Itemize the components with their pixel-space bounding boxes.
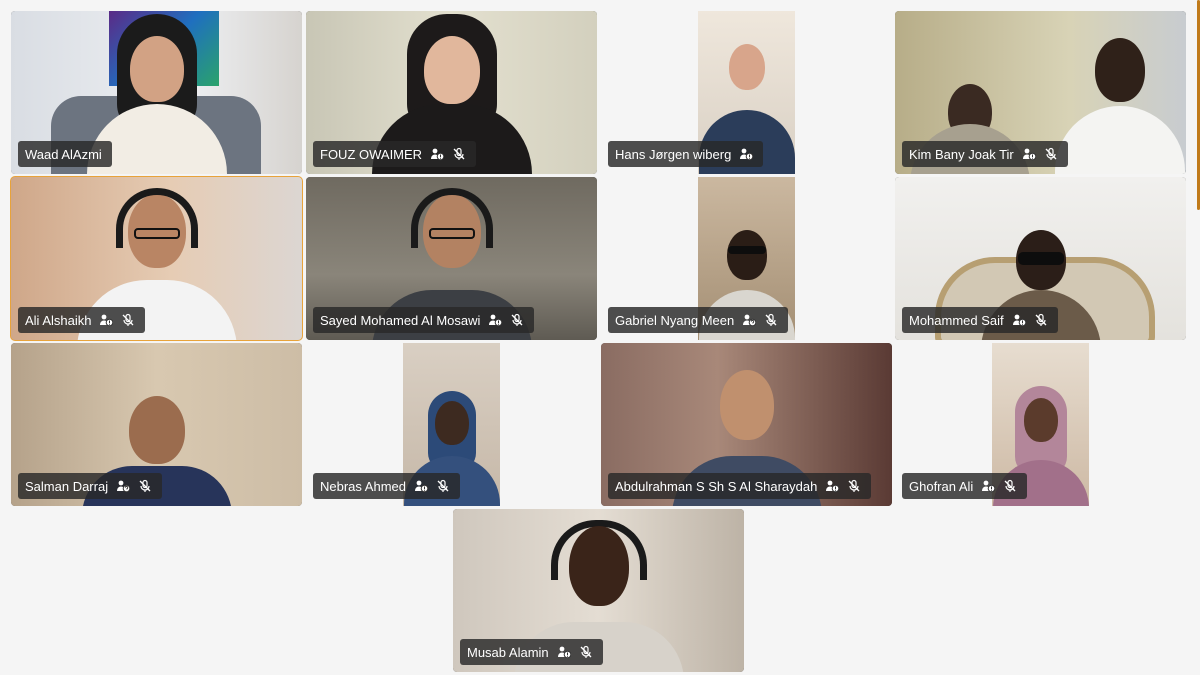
people-icon [99, 313, 114, 327]
people-icon [1022, 147, 1036, 161]
participant-name: FOUZ OWAIMER [320, 146, 423, 162]
participant-name: Abdulrahman S Sh S Al Sharaydah [615, 478, 818, 494]
participant-tile-musab-alamin[interactable]: Musab Alamin [453, 509, 744, 672]
people-icon [414, 479, 428, 493]
participant-tile-abdulrahman-al-sharaydah[interactable]: Abdulrahman S Sh S Al Sharaydah [601, 343, 892, 506]
participant-name: Waad AlAzmi [25, 146, 102, 162]
participant-name: Sayed Mohamed Al Mosawi [320, 312, 481, 328]
people-icon [739, 147, 754, 161]
name-tag: Kim Bany Joak Tir [902, 141, 1068, 167]
mic-off-icon[interactable] [847, 479, 861, 493]
name-tag: Hans Jørgen wiberg [608, 141, 764, 167]
name-tag: FOUZ OWAIMER [313, 141, 477, 167]
participant-name: Gabriel Nyang Meen [615, 312, 735, 328]
name-tag: Abdulrahman S Sh S Al Sharaydah [608, 473, 872, 499]
people-icon [825, 479, 840, 493]
mic-off-icon[interactable] [436, 479, 450, 493]
name-tag: Mohammed Saif [902, 307, 1058, 333]
people-icon [1012, 313, 1026, 327]
participant-tile-kim-bany-joak-tir[interactable]: Kim Bany Joak Tir [895, 11, 1186, 174]
mic-off-icon[interactable] [121, 313, 135, 327]
people-icon [430, 147, 445, 161]
mic-off-icon[interactable] [1044, 147, 1058, 161]
participant-name: Hans Jørgen wiberg [615, 146, 732, 162]
mic-off-icon[interactable] [764, 313, 778, 327]
people-question-icon [742, 313, 757, 327]
participant-tile-hans-jorgen-wiberg[interactable]: Hans Jørgen wiberg [601, 11, 892, 174]
participant-tile-salman-darraj[interactable]: Salman Darraj [11, 343, 302, 506]
participant-tile-mohammed-saif[interactable]: Mohammed Saif [895, 177, 1186, 340]
name-tag: Salman Darraj [18, 473, 163, 499]
participant-name: Ghofran Ali [909, 478, 974, 494]
mic-off-icon[interactable] [510, 313, 524, 327]
mic-off-icon[interactable] [579, 645, 593, 659]
people-question-icon [116, 479, 131, 493]
participant-name: Mohammed Saif [909, 312, 1004, 328]
people-icon [488, 313, 503, 327]
mic-off-icon[interactable] [138, 479, 152, 493]
video-grid: Waad AlAzmi FOUZ OWAIMER Hans Jørgen wib… [0, 0, 1200, 675]
name-tag: Ghofran Ali [902, 473, 1028, 499]
participant-tile-waad-alazmi[interactable]: Waad AlAzmi [11, 11, 302, 174]
name-tag: Musab Alamin [460, 639, 603, 665]
participant-name: Kim Bany Joak Tir [909, 146, 1014, 162]
mic-off-icon[interactable] [1034, 313, 1048, 327]
participant-name: Ali Alshaikh [25, 312, 92, 328]
name-tag: Nebras Ahmed [313, 473, 460, 499]
people-icon [557, 645, 571, 659]
name-tag: Sayed Mohamed Al Mosawi [313, 307, 535, 333]
participant-tile-nebras-ahmed[interactable]: Nebras Ahmed [306, 343, 597, 506]
participant-tile-gabriel-nyang-meen[interactable]: Gabriel Nyang Meen [601, 177, 892, 340]
mic-off-icon[interactable] [1003, 479, 1017, 493]
people-icon [981, 479, 996, 493]
name-tag: Waad AlAzmi [18, 141, 112, 167]
mic-off-icon[interactable] [452, 147, 466, 161]
participant-tile-fouz-owaimer[interactable]: FOUZ OWAIMER [306, 11, 597, 174]
name-tag: Ali Alshaikh [18, 307, 146, 333]
participant-name: Salman Darraj [25, 478, 109, 494]
participant-name: Musab Alamin [467, 644, 549, 660]
participant-tile-ghofran-ali[interactable]: Ghofran Ali [895, 343, 1186, 506]
participant-tile-ali-alshaikh[interactable]: Ali Alshaikh [10, 176, 303, 341]
name-tag: Gabriel Nyang Meen [608, 307, 789, 333]
participant-name: Nebras Ahmed [320, 478, 406, 494]
participant-tile-sayed-mohamed-al-mosawi[interactable]: Sayed Mohamed Al Mosawi [306, 177, 597, 340]
